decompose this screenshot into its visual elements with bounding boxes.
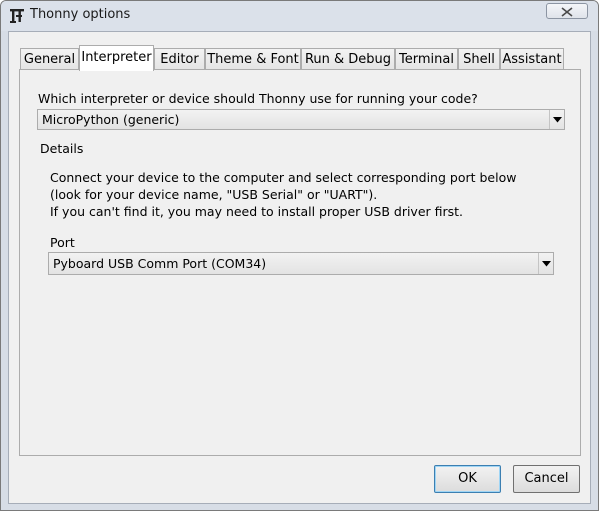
chevron-down-icon[interactable] xyxy=(549,110,564,129)
window-title: Thonny options xyxy=(30,7,131,22)
instruction-line: (look for your device name, "USB Serial"… xyxy=(50,187,378,202)
tab-theme-font[interactable]: Theme & Font xyxy=(205,48,301,70)
port-select[interactable]: Pyboard USB Comm Port (COM34) xyxy=(48,252,554,275)
ok-button[interactable]: OK xyxy=(434,465,501,493)
cancel-button[interactable]: Cancel xyxy=(513,465,580,493)
tab-run-debug[interactable]: Run & Debug xyxy=(301,48,395,70)
port-label: Port xyxy=(50,235,75,250)
tab-interpreter[interactable]: Interpreter xyxy=(79,45,154,71)
details-label: Details xyxy=(40,141,84,156)
tab-assistant[interactable]: Assistant xyxy=(500,48,564,70)
close-icon xyxy=(561,7,573,17)
interpreter-question: Which interpreter or device should Thonn… xyxy=(38,91,478,106)
tab-general[interactable]: General xyxy=(20,48,79,70)
interpreter-select[interactable]: MicroPython (generic) xyxy=(37,109,565,130)
options-dialog: some general information the text of mil… xyxy=(0,0,599,511)
thonny-app-icon xyxy=(10,8,24,24)
instruction-line: Connect your device to the computer and … xyxy=(50,170,517,185)
port-select-value: Pyboard USB Comm Port (COM34) xyxy=(53,256,267,271)
interpreter-panel: Which interpreter or device should Thonn… xyxy=(19,69,581,456)
tab-terminal[interactable]: Terminal xyxy=(395,48,458,70)
chevron-down-icon[interactable] xyxy=(538,253,553,274)
instruction-line: If you can't find it, you may need to in… xyxy=(50,204,464,219)
interpreter-select-value: MicroPython (generic) xyxy=(42,112,180,127)
dialog-body: General Interpreter Editor Theme & Font … xyxy=(8,31,591,504)
tab-editor[interactable]: Editor xyxy=(154,48,205,70)
close-button[interactable] xyxy=(546,3,588,19)
tab-shell[interactable]: Shell xyxy=(458,48,500,70)
title-bar[interactable]: Thonny options xyxy=(1,1,598,31)
